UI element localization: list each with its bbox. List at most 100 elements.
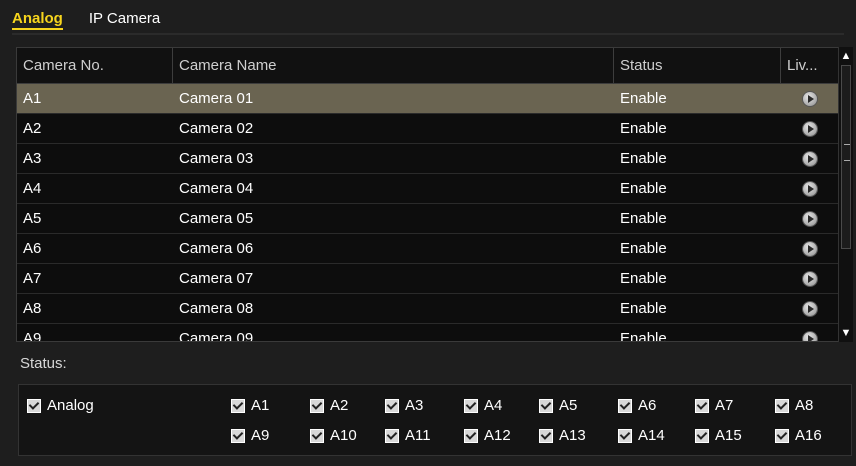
live-cell bbox=[781, 324, 838, 341]
table-header: Camera No. Camera Name Status Liv... bbox=[17, 48, 838, 84]
checkbox-checked-icon bbox=[775, 428, 789, 443]
tab-bar: Analog IP Camera bbox=[12, 8, 160, 32]
tab-analog[interactable]: Analog bbox=[12, 8, 63, 30]
channel-label: A8 bbox=[795, 397, 814, 414]
channel-checkbox-a4[interactable]: A4 bbox=[464, 397, 502, 414]
channel-label: A15 bbox=[715, 427, 742, 444]
status-cell: Enable bbox=[620, 90, 667, 107]
camera-name-cell: Camera 07 bbox=[179, 270, 254, 287]
channel-checkbox-a10[interactable]: A10 bbox=[310, 427, 357, 444]
play-icon[interactable] bbox=[802, 271, 817, 286]
status-cell: Enable bbox=[620, 240, 667, 257]
camera-no-cell: A8 bbox=[23, 300, 42, 317]
table-row[interactable]: A9 Camera 09 Enable bbox=[17, 324, 838, 342]
status-cell: Enable bbox=[620, 300, 667, 317]
table-row[interactable]: A8 Camera 08 Enable bbox=[17, 294, 838, 324]
camera-no-cell: A4 bbox=[23, 180, 42, 197]
channel-label: A5 bbox=[559, 397, 578, 414]
play-icon[interactable] bbox=[802, 301, 817, 316]
camera-no-cell: A6 bbox=[23, 240, 42, 257]
checkbox-checked-icon bbox=[695, 398, 709, 413]
channel-checkbox-a8[interactable]: A8 bbox=[775, 397, 813, 414]
channel-checkbox-a9[interactable]: A9 bbox=[231, 427, 269, 444]
camera-no-cell: A1 bbox=[23, 90, 42, 107]
checkbox-checked-icon bbox=[695, 428, 709, 443]
play-icon[interactable] bbox=[802, 241, 817, 256]
channel-label: A6 bbox=[638, 397, 657, 414]
checkbox-checked-icon bbox=[464, 428, 478, 443]
live-cell bbox=[781, 234, 838, 263]
play-icon[interactable] bbox=[802, 121, 817, 136]
status-cell: Enable bbox=[620, 210, 667, 227]
play-icon[interactable] bbox=[802, 181, 817, 196]
camera-name-cell: Camera 01 bbox=[179, 90, 254, 107]
checkbox-checked-icon bbox=[775, 398, 789, 413]
table-row[interactable]: A5 Camera 05 Enable bbox=[17, 204, 838, 234]
table-row[interactable]: A6 Camera 06 Enable bbox=[17, 234, 838, 264]
camera-no-cell: A9 bbox=[23, 330, 42, 342]
checkbox-checked-icon bbox=[231, 398, 245, 413]
channel-checkbox-a1[interactable]: A1 bbox=[231, 397, 269, 414]
checkbox-checked-icon bbox=[310, 398, 324, 413]
channel-checkbox-a12[interactable]: A12 bbox=[464, 427, 511, 444]
camera-no-cell: A7 bbox=[23, 270, 42, 287]
channel-checkbox-a16[interactable]: A16 bbox=[775, 427, 822, 444]
analog-group-label: Analog bbox=[47, 397, 94, 414]
channel-checkbox-a6[interactable]: A6 bbox=[618, 397, 656, 414]
channel-checkbox-a5[interactable]: A5 bbox=[539, 397, 577, 414]
status-cell: Enable bbox=[620, 180, 667, 197]
tab-divider bbox=[12, 33, 844, 35]
checkbox-checked-icon bbox=[231, 428, 245, 443]
checkbox-checked-icon bbox=[310, 428, 324, 443]
channel-label: A3 bbox=[405, 397, 424, 414]
camera-name-cell: Camera 04 bbox=[179, 180, 254, 197]
scroll-down-icon[interactable]: ▼ bbox=[839, 326, 853, 340]
scroll-up-icon[interactable]: ▲ bbox=[839, 49, 853, 63]
status-label: Status: bbox=[20, 355, 67, 372]
camera-name-cell: Camera 08 bbox=[179, 300, 254, 317]
status-cell: Enable bbox=[620, 120, 667, 137]
channel-checkbox-a3[interactable]: A3 bbox=[385, 397, 423, 414]
analog-group-checkbox[interactable]: Analog bbox=[27, 397, 94, 414]
play-icon[interactable] bbox=[802, 331, 817, 341]
channel-label: A14 bbox=[638, 427, 665, 444]
column-camera-no[interactable]: Camera No. bbox=[17, 48, 173, 83]
checkbox-checked-icon bbox=[385, 428, 399, 443]
camera-name-cell: Camera 09 bbox=[179, 330, 254, 342]
play-icon[interactable] bbox=[802, 151, 817, 166]
table-row[interactable]: A4 Camera 04 Enable bbox=[17, 174, 838, 204]
channel-label: A4 bbox=[484, 397, 503, 414]
checkbox-checked-icon bbox=[539, 398, 553, 413]
live-cell bbox=[781, 174, 838, 203]
checkbox-checked-icon bbox=[539, 428, 553, 443]
channel-checkbox-a15[interactable]: A15 bbox=[695, 427, 742, 444]
table-row[interactable]: A3 Camera 03 Enable bbox=[17, 144, 838, 174]
camera-table: Camera No. Camera Name Status Liv... A1 … bbox=[16, 47, 839, 342]
table-row[interactable]: A1 Camera 01 Enable bbox=[17, 84, 838, 114]
status-panel: Analog A1 A2 A3 A4 A5 A6 A7 A8 A9 A10 A1… bbox=[18, 384, 852, 456]
channel-checkbox-a14[interactable]: A14 bbox=[618, 427, 665, 444]
column-live[interactable]: Liv... bbox=[781, 48, 838, 83]
checkbox-checked-icon bbox=[385, 398, 399, 413]
camera-no-cell: A2 bbox=[23, 120, 42, 137]
channel-checkbox-a2[interactable]: A2 bbox=[310, 397, 348, 414]
checkbox-checked-icon bbox=[464, 398, 478, 413]
column-status[interactable]: Status bbox=[614, 48, 781, 83]
table-row[interactable]: A7 Camera 07 Enable bbox=[17, 264, 838, 294]
channel-checkbox-a13[interactable]: A13 bbox=[539, 427, 586, 444]
scroll-thumb[interactable] bbox=[841, 65, 851, 249]
live-cell bbox=[781, 84, 838, 113]
camera-name-cell: Camera 03 bbox=[179, 150, 254, 167]
table-row[interactable]: A2 Camera 02 Enable bbox=[17, 114, 838, 144]
play-icon[interactable] bbox=[802, 91, 817, 106]
channel-label: A1 bbox=[251, 397, 270, 414]
live-cell bbox=[781, 144, 838, 173]
play-icon[interactable] bbox=[802, 211, 817, 226]
channel-checkbox-a7[interactable]: A7 bbox=[695, 397, 733, 414]
camera-name-cell: Camera 05 bbox=[179, 210, 254, 227]
column-camera-name[interactable]: Camera Name bbox=[173, 48, 614, 83]
tab-ip-camera[interactable]: IP Camera bbox=[89, 8, 160, 27]
channel-checkbox-a11[interactable]: A11 bbox=[385, 427, 431, 444]
camera-no-cell: A3 bbox=[23, 150, 42, 167]
table-scrollbar[interactable]: ▲ ▼ bbox=[838, 47, 853, 342]
